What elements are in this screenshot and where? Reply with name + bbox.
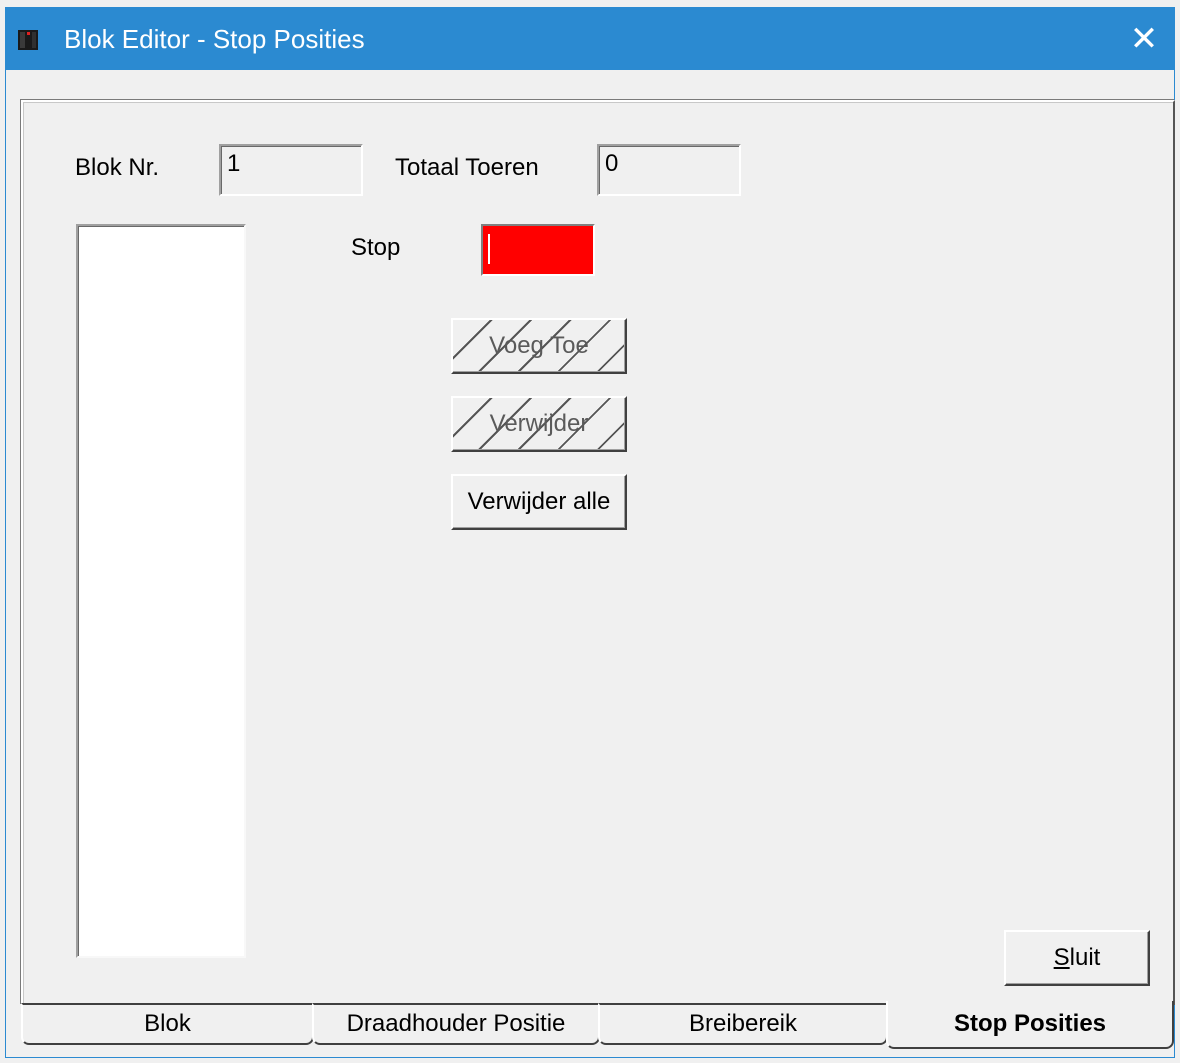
text-caret [488,234,490,264]
totaal-toeren-label: Totaal Toeren [395,154,539,181]
totaal-toeren-field: 0 [597,144,741,196]
title-bar[interactable]: Blok Editor - Stop Posities ✕ [6,8,1174,70]
verwijder-alle-button[interactable]: Verwijder alle [451,474,627,530]
tab-strip: Blok Draadhouder Positie Breibereik Stop… [21,1001,1175,1053]
blok-nr-label: Blok Nr. [75,154,160,181]
voeg-toe-label: Voeg Toe [489,332,589,359]
blok-editor-window: Blok Editor - Stop Posities ✕ Blok Nr. 1… [6,8,1175,1057]
window-title: Blok Editor - Stop Posities [64,24,365,54]
voeg-toe-button[interactable]: Voeg Toe [451,318,627,374]
verwijder-label: Verwijder [489,410,589,437]
stop-label: Stop [351,234,401,261]
verwijder-alle-label: Verwijder alle [467,488,611,515]
sluit-label: Sluit [1054,944,1101,972]
tab-blok[interactable]: Blok [21,1003,314,1045]
stop-positions-list[interactable] [76,224,246,958]
close-icon[interactable]: ✕ [1114,8,1174,70]
sluit-mnemonic: S [1053,944,1070,971]
blok-nr-field: 1 [219,144,363,196]
verwijder-button[interactable]: Verwijder [451,396,627,452]
sluit-label-rest: luit [1069,944,1101,971]
tab-breibereik[interactable]: Breibereik [598,1003,888,1045]
tab-panel-stop-posities: Blok Nr. 1 Totaal Toeren 0 Stop Voeg Toe… [21,100,1175,1005]
app-icon [18,30,38,50]
tab-draadhouder-positie[interactable]: Draadhouder Positie [312,1003,600,1045]
sluit-button[interactable]: Sluit [1004,930,1150,986]
stop-input[interactable] [481,224,595,276]
tab-stop-posities[interactable]: Stop Posities [886,1001,1174,1049]
